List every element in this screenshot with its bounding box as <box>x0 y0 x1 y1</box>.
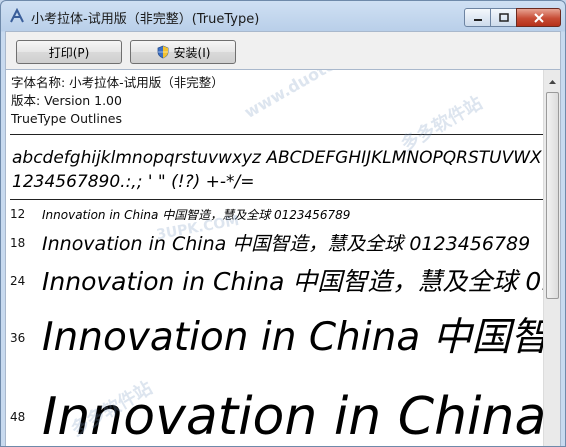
sample-text: Innovation in China 中国智造，慧及全球 0123456789 <box>42 233 531 255</box>
print-button-label: 打印(P) <box>48 45 90 60</box>
title-bar[interactable]: 小考拉体-试用版（非完整）(TrueType) <box>1 1 565 31</box>
sample-text: Innovation in China 中国智造，慧及全球 0123456789 <box>42 208 351 222</box>
sample-row-48: 48 Innovation in China 中国智造，慧及全球 0123456… <box>6 370 546 447</box>
size-label: 18 <box>10 236 26 250</box>
charset-digits: 1234567890.:,; ' " (!?) +-*/= <box>12 172 255 192</box>
close-icon <box>533 12 544 23</box>
install-button-label: 安装(I) <box>173 45 211 60</box>
close-button[interactable] <box>516 8 561 27</box>
divider <box>10 199 545 200</box>
size-label: 24 <box>10 274 26 288</box>
minimize-button[interactable] <box>464 8 491 27</box>
font-name-line: 字体名称: 小考拉体-试用版（非完整） <box>11 75 224 90</box>
scrollbar-thumb[interactable] <box>546 92 559 299</box>
size-label: 12 <box>10 207 26 221</box>
sample-text: Innovation in China 中国智造，慧及全球 0123456789 <box>42 267 546 296</box>
size-label: 36 <box>10 331 26 345</box>
font-app-icon <box>10 8 24 23</box>
print-button[interactable]: 打印(P) <box>16 40 122 64</box>
minimize-icon <box>473 18 482 21</box>
outlines-line: TrueType Outlines <box>11 111 122 126</box>
maximize-button[interactable] <box>490 8 517 27</box>
install-button[interactable]: 安装(I) <box>130 40 236 64</box>
sample-text: Innovation in China 中国智造，慧及全球 0123456789 <box>42 315 546 360</box>
charset-letters: abcdefghijklmnopqrstuvwxyz ABCDEFGHIJKLM… <box>12 148 542 168</box>
scroll-up-button[interactable] <box>546 74 559 90</box>
shield-icon <box>157 45 168 59</box>
sample-row-12: 12 Innovation in China 中国智造，慧及全球 0123456… <box>6 204 546 226</box>
sample-row-18: 18 Innovation in China 中国智造，慧及全球 0123456… <box>6 228 546 258</box>
watermark: www.duote.com <box>240 69 377 122</box>
divider <box>10 134 545 135</box>
window-title: 小考拉体-试用版（非完整）(TrueType) <box>31 12 260 27</box>
font-viewer-window: 小考拉体-试用版（非完整）(TrueType) 打印(P) 安装(I) 字体名称… <box>0 0 566 447</box>
font-preview-area[interactable]: 字体名称: 小考拉体-试用版（非完整） 版本: Version 1.00 Tru… <box>5 69 561 447</box>
character-set: abcdefghijklmnopqrstuvwxyz ABCDEFGHIJKLM… <box>12 146 542 194</box>
vertical-scrollbar[interactable] <box>543 70 560 446</box>
version-line: 版本: Version 1.00 <box>11 93 122 108</box>
arrow-up-icon <box>549 80 556 84</box>
toolbar: 打印(P) 安装(I) <box>5 31 561 69</box>
maximize-icon <box>498 13 509 22</box>
sample-row-24: 24 Innovation in China 中国智造，慧及全球 0123456… <box>6 260 546 302</box>
size-label: 48 <box>10 410 26 424</box>
sample-row-36: 36 Innovation in China 中国智造，慧及全球 0123456… <box>6 304 546 366</box>
sample-text: Innovation in China 中国智造，慧及全球 0123456789 <box>42 387 546 447</box>
font-info: 字体名称: 小考拉体-试用版（非完整） 版本: Version 1.00 Tru… <box>11 74 224 128</box>
